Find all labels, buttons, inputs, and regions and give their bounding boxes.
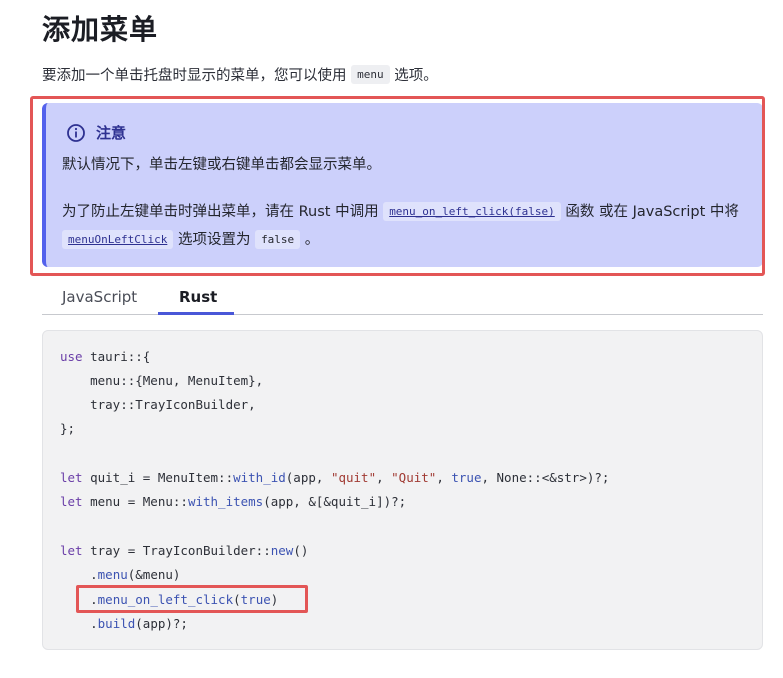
code-line: let tray = TrayIconBuilder::new() bbox=[60, 543, 309, 558]
intro-paragraph: 要添加一个单击托盘时显示的菜单，您可以使用 menu 选项。 bbox=[42, 64, 438, 85]
intro-text-after: 选项。 bbox=[394, 68, 438, 84]
code-line: tray::TrayIconBuilder, bbox=[60, 397, 256, 412]
code-line: let quit_i = MenuItem::with_id(app, "qui… bbox=[60, 470, 610, 485]
code-highlight-outline bbox=[76, 585, 308, 613]
code-line: .menu(&menu) bbox=[60, 567, 181, 582]
code-tabs: JavaScript Rust bbox=[42, 282, 763, 315]
code-block[interactable]: use tauri::{ menu::{Menu, MenuItem}, tra… bbox=[42, 330, 763, 650]
code-line: .build(app)?; bbox=[60, 616, 188, 631]
code-line: let menu = Menu::with_items(app, &[&quit… bbox=[60, 494, 407, 509]
code-line: menu::{Menu, MenuItem}, bbox=[60, 373, 264, 388]
code-line: }; bbox=[60, 421, 76, 436]
intro-text-before: 要添加一个单击托盘时显示的菜单，您可以使用 bbox=[42, 68, 347, 84]
page-heading: 添加菜单 bbox=[42, 13, 159, 46]
code-line: use tauri::{ bbox=[60, 349, 151, 364]
active-tab-indicator bbox=[158, 312, 234, 315]
intro-code-menu: menu bbox=[351, 65, 390, 84]
note-highlight-outline bbox=[30, 96, 765, 276]
tab-javascript[interactable]: JavaScript bbox=[62, 288, 137, 306]
tab-rust[interactable]: Rust bbox=[179, 288, 217, 306]
